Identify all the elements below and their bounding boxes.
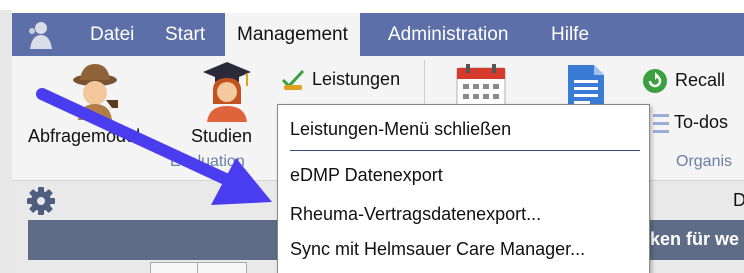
- menu-start[interactable]: Start: [165, 13, 205, 56]
- menu-item-helmsauer-sync[interactable]: Sync mit Helmsauer Care Manager...: [290, 239, 585, 260]
- leistungen-dropdown-menu: Leistungen-Menü schließen eDMP Datenexpo…: [277, 104, 650, 273]
- menu-item-rheuma-export[interactable]: Rheuma-Vertragsdatenexport...: [290, 204, 541, 225]
- application-window: Datei Start Management Administration Hi…: [0, 0, 744, 273]
- leistungen-icon: [280, 66, 306, 92]
- todos-label: To-dos: [674, 112, 729, 132]
- menu-item-edmp-export[interactable]: eDMP Datenexport: [290, 165, 443, 186]
- abfragemodul-button[interactable]: Abfragemodul: [20, 58, 160, 158]
- panel-header-text: ken für we: [650, 229, 740, 249]
- leistungen-label: Leistungen: [312, 69, 401, 89]
- menu-administration[interactable]: Administration: [388, 13, 508, 56]
- window-frame: [0, 10, 12, 273]
- group-label-evaluation: Evaluation: [170, 153, 245, 170]
- menu-datei[interactable]: Datei: [90, 13, 134, 56]
- menu-hilfe[interactable]: Hilfe: [551, 13, 589, 56]
- recall-button[interactable]: Recall: [642, 66, 744, 96]
- toolbar-button[interactable]: [150, 262, 200, 273]
- detective-icon: [68, 62, 124, 120]
- todos-button[interactable]: To-dos: [646, 108, 744, 138]
- leistungen-button[interactable]: Leistungen: [280, 64, 418, 94]
- gear-icon[interactable]: [26, 186, 56, 216]
- studien-label: Studien: [191, 126, 253, 146]
- menu-management[interactable]: Management: [225, 13, 360, 56]
- graduate-icon: [201, 60, 253, 122]
- menu-separator: [290, 150, 640, 151]
- abfragemodul-label: Abfragemodul: [28, 126, 141, 146]
- studien-button[interactable]: Studien: [185, 58, 275, 158]
- group-label-organisation: Organis: [676, 153, 733, 170]
- recall-label: Recall: [675, 70, 726, 90]
- refresh-icon: [642, 68, 668, 94]
- column-header-letter: D: [733, 190, 744, 210]
- app-logo-icon[interactable]: [24, 18, 58, 52]
- menu-item-close-leistungen[interactable]: Leistungen-Menü schließen: [290, 119, 511, 140]
- toolbar-button[interactable]: [197, 262, 247, 273]
